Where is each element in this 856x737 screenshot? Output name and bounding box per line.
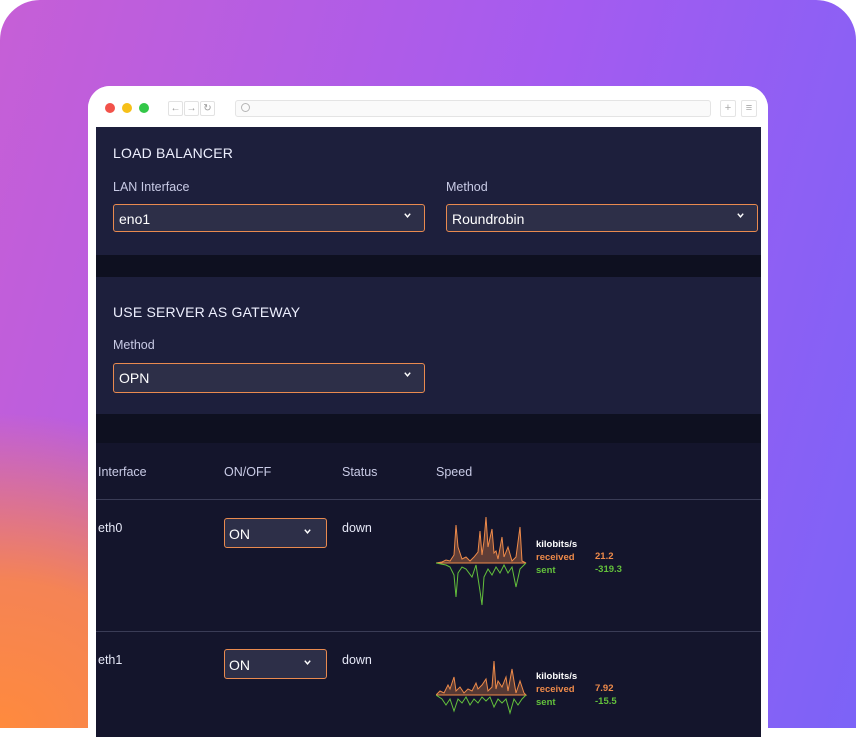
chevron-down-icon bbox=[737, 213, 744, 218]
speed-legend: kilobits/s received sent bbox=[536, 670, 577, 709]
chevron-down-icon bbox=[304, 660, 311, 665]
header-interface: Interface bbox=[98, 465, 147, 479]
header-speed: Speed bbox=[436, 465, 473, 479]
reload-icon[interactable]: ↻ bbox=[200, 101, 215, 116]
status-value: down bbox=[342, 653, 372, 667]
received-label: received bbox=[536, 684, 575, 695]
browser-toolbar: ← → ↻ + ≡ bbox=[88, 86, 768, 127]
speed-sparkline bbox=[436, 517, 527, 606]
sent-value: -15.5 bbox=[595, 696, 617, 707]
onoff-select[interactable]: ON bbox=[224, 649, 327, 679]
back-icon[interactable]: ← bbox=[168, 101, 183, 116]
gateway-method-value: OPN bbox=[119, 370, 150, 386]
header-status: Status bbox=[342, 465, 378, 479]
received-label: received bbox=[536, 552, 575, 563]
interface-name: eth0 bbox=[98, 521, 123, 535]
maximize-window-button[interactable] bbox=[139, 103, 149, 113]
load-balancer-method-value: Roundrobin bbox=[452, 211, 525, 227]
load-balancer-panel: LOAD BALANCER LAN Interface eno1 Method … bbox=[96, 127, 761, 255]
app-content: LOAD BALANCER LAN Interface eno1 Method … bbox=[96, 127, 761, 737]
minimize-window-button[interactable] bbox=[122, 103, 132, 113]
chevron-down-icon bbox=[304, 529, 311, 534]
gateway-method-select[interactable]: OPN bbox=[113, 363, 425, 393]
sent-label: sent bbox=[536, 565, 556, 576]
received-value: 7.92 bbox=[595, 683, 614, 694]
speed-unit: kilobits/s bbox=[536, 539, 578, 550]
load-balancer-title: LOAD BALANCER bbox=[113, 145, 234, 161]
close-window-button[interactable] bbox=[105, 103, 115, 113]
search-icon bbox=[241, 103, 250, 112]
lan-interface-value: eno1 bbox=[119, 211, 151, 227]
divider bbox=[96, 499, 761, 500]
method-label: Method bbox=[446, 180, 488, 194]
speed-legend: kilobits/s received sent bbox=[536, 538, 577, 577]
address-bar[interactable] bbox=[235, 100, 711, 117]
lan-interface-label: LAN Interface bbox=[113, 180, 190, 194]
gateway-title: USE SERVER AS GATEWAY bbox=[113, 304, 301, 320]
gateway-panel: USE SERVER AS GATEWAY Method OPN bbox=[96, 277, 761, 414]
sent-value: -319.3 bbox=[595, 564, 622, 575]
divider bbox=[96, 631, 761, 632]
browser-window: ← → ↻ + ≡ LOAD BALANCER LAN Interface en… bbox=[88, 86, 768, 737]
lan-interface-select[interactable]: eno1 bbox=[113, 204, 425, 232]
chevron-down-icon bbox=[404, 372, 411, 377]
gateway-method-label: Method bbox=[113, 338, 155, 352]
header-onoff: ON/OFF bbox=[224, 465, 272, 479]
onoff-value: ON bbox=[229, 526, 250, 542]
received-value: 21.2 bbox=[595, 551, 614, 562]
interfaces-table: Interface ON/OFF Status Speed eth0 ON do… bbox=[96, 443, 761, 737]
chevron-down-icon bbox=[404, 213, 411, 218]
speed-unit: kilobits/s bbox=[536, 671, 578, 682]
forward-icon[interactable]: → bbox=[184, 101, 199, 116]
load-balancer-method-select[interactable]: Roundrobin bbox=[446, 204, 758, 232]
onoff-select[interactable]: ON bbox=[224, 518, 327, 548]
sent-label: sent bbox=[536, 697, 556, 708]
onoff-value: ON bbox=[229, 657, 250, 673]
new-tab-icon[interactable]: + bbox=[720, 100, 736, 117]
menu-icon[interactable]: ≡ bbox=[741, 100, 757, 117]
status-value: down bbox=[342, 521, 372, 535]
speed-sparkline bbox=[436, 660, 528, 715]
interface-name: eth1 bbox=[98, 653, 123, 667]
